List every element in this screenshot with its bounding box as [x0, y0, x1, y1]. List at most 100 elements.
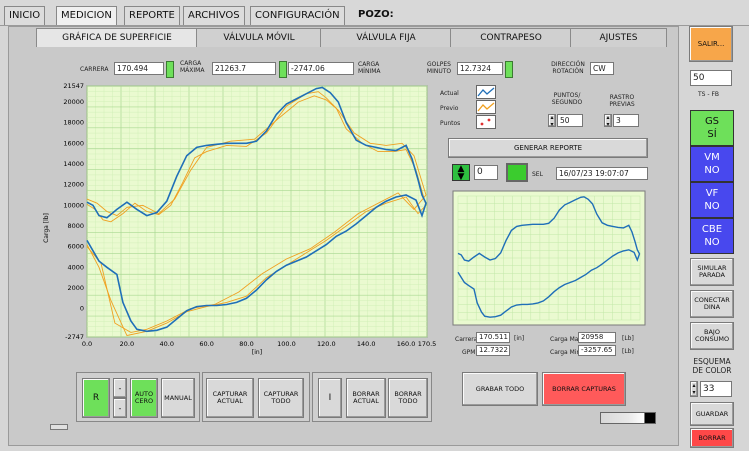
- carrera-label: CARRERA: [80, 66, 109, 73]
- x-tick-label: 80.0: [239, 340, 253, 348]
- sel-label: SEL: [532, 171, 543, 178]
- puntos-segundo-field[interactable]: 50: [557, 114, 583, 127]
- x-axis-label: [in]: [252, 349, 262, 356]
- report-chart: [452, 190, 646, 326]
- esquema-field[interactable]: 33: [700, 381, 732, 397]
- legend-actual-label: Actual: [440, 90, 459, 97]
- esquema-label: ESQUEMA DE COLOR: [692, 357, 732, 375]
- capturar-todo-button[interactable]: CAPTURAR TODO: [258, 378, 304, 418]
- cbe-title: CBE: [701, 224, 723, 235]
- menu-archivos[interactable]: ARCHIVOS: [183, 6, 245, 25]
- vf-indicator: VF NO: [690, 182, 734, 218]
- y-tick-label: 4000: [67, 263, 84, 271]
- bajo-consumo-button[interactable]: BAJO CONSUMO: [690, 322, 734, 350]
- zero-down-button[interactable]: -: [113, 398, 127, 418]
- report-carrera-label: Carrera: [455, 336, 478, 343]
- tab-contrapeso[interactable]: CONTRAPESO: [450, 28, 572, 47]
- index-button[interactable]: I: [318, 378, 342, 418]
- simular-parada-button[interactable]: SIMULAR PARADA: [690, 258, 734, 286]
- top-menu: INICIO MEDICION REPORTE ARCHIVOS CONFIGU…: [0, 0, 749, 26]
- surface-chart: 21547 20000 18000 16000 14000 12000 10000 8000 6…: [43, 82, 436, 356]
- report-cmin-field: -3257.65: [578, 345, 616, 356]
- x-tick-label: 160.0: [397, 340, 416, 348]
- menu-medicion[interactable]: MEDICION: [56, 6, 117, 25]
- y-axis-ticks: 2154720000180001600014000120001000080006…: [63, 82, 84, 341]
- legend-previo-swatch: [476, 100, 496, 114]
- borrar-button[interactable]: BORRAR: [690, 428, 734, 448]
- x-tick-label: 100.0: [277, 340, 296, 348]
- golpes-field: 12.7324: [457, 62, 503, 75]
- report-cmax-field: 20958: [578, 332, 616, 343]
- borrar-capturas-button[interactable]: BORRAR CAPTURAS: [542, 372, 626, 406]
- tab-ajustes[interactable]: AJUSTES: [570, 28, 667, 47]
- x-axis-ticks: 0.0 20.0 40.0 60.0 80.0 100.0 120.0 140.0 160.0 1…: [82, 340, 436, 348]
- y-tick-label: 20000: [63, 98, 84, 106]
- ts-fb-label: TS - FB: [698, 91, 720, 98]
- capturar-actual-button[interactable]: CAPTURAR ACTUAL: [206, 378, 254, 418]
- x-tick-label: 60.0: [199, 340, 213, 348]
- carga-max-led: [279, 61, 287, 78]
- golpes-led: [505, 61, 513, 78]
- puntos-stepper[interactable]: ▴ ▾: [548, 114, 556, 128]
- r-button[interactable]: R: [82, 378, 110, 418]
- borrar-actual-button[interactable]: BORRAR ACTUAL: [346, 378, 386, 418]
- rastro-label: RASTRO PREVIAS: [609, 94, 635, 108]
- legend-previo-label: Previo: [440, 105, 459, 112]
- legend-actual-swatch: [476, 85, 496, 99]
- cbe-indicator: CBE NO: [690, 218, 734, 254]
- cbe-value: NO: [704, 237, 720, 248]
- report-cmin-label: Carga Min: [550, 349, 581, 356]
- y-tick-label: 16000: [63, 139, 84, 147]
- salir-button[interactable]: SALIR...: [689, 26, 733, 62]
- report-carrera-field: 170.511: [476, 332, 510, 343]
- report-index-stepper[interactable]: ▲ ▼: [452, 164, 470, 182]
- report-carrera-unit: [in]: [514, 335, 525, 342]
- y-tick-label: 21547: [63, 82, 84, 90]
- borrar-todo-button[interactable]: BORRAR TODO: [388, 378, 428, 418]
- gs-indicator: GS SÍ: [690, 110, 734, 146]
- conectar-dina-button[interactable]: CONECTAR DINA: [690, 290, 734, 318]
- auto-cero-button[interactable]: AUTO CERO: [130, 378, 158, 418]
- vf-title: VF: [705, 188, 719, 199]
- carga-min-field: -2747.06: [288, 62, 354, 75]
- zero-up-button[interactable]: -: [113, 378, 127, 398]
- sel-led[interactable]: [506, 163, 528, 182]
- report-index-field[interactable]: 0: [474, 165, 498, 180]
- y-tick-label: 14000: [63, 160, 84, 168]
- y-tick-label: 8000: [67, 222, 84, 230]
- y-tick-label: 10000: [63, 201, 84, 209]
- carga-min-label: CARGA MÍNIMA: [358, 61, 381, 75]
- manual-button[interactable]: MANUAL: [161, 378, 195, 418]
- progress-indicator: [600, 412, 656, 424]
- status-indicator: [50, 424, 68, 430]
- direccion-label: DIRECCIÓN ROTACIÓN: [551, 61, 585, 75]
- vm-indicator: VM NO: [690, 146, 734, 182]
- x-tick-label: 0.0: [82, 340, 92, 348]
- direccion-field: CW: [590, 62, 614, 75]
- y-tick-label: 18000: [63, 119, 84, 127]
- rastro-stepper[interactable]: ▴ ▾: [604, 114, 612, 128]
- x-tick-label: 20.0: [120, 340, 134, 348]
- right-number-field: 50: [690, 70, 732, 86]
- menu-configuracion[interactable]: CONFIGURACIÓN: [250, 6, 345, 25]
- esquema-stepper[interactable]: ▴ ▾: [690, 381, 698, 397]
- guardar-button[interactable]: GUARDAR: [690, 402, 734, 426]
- report-date-field: 16/07/23 19:07:07: [556, 167, 648, 180]
- y-axis-label: Carga [lb]: [43, 213, 50, 243]
- puntos-segundo-label: PUNTOS/ SEGUNDO: [551, 92, 583, 106]
- rastro-field[interactable]: 3: [613, 114, 639, 127]
- menu-reporte[interactable]: REPORTE: [124, 6, 180, 25]
- vm-value: NO: [704, 165, 720, 176]
- carga-max-field: 21263.7: [212, 62, 276, 75]
- x-tick-label: 170.5: [418, 340, 436, 348]
- x-tick-label: 40.0: [160, 340, 174, 348]
- tab-grafica-superficie[interactable]: GRÁFICA DE SUPERFICIE: [36, 28, 198, 47]
- tab-valvula-fija[interactable]: VÁLVULA FIJA: [320, 28, 452, 47]
- golpes-label: GOLPES MINUTO: [426, 61, 452, 75]
- grabar-todo-button[interactable]: GRABAR TODO: [462, 372, 538, 406]
- carrera-led: [166, 61, 174, 78]
- y-tick-label: 12000: [63, 181, 84, 189]
- menu-inicio[interactable]: INICIO: [4, 6, 46, 25]
- generar-reporte-button[interactable]: GENERAR REPORTE: [448, 138, 648, 158]
- tab-valvula-movil[interactable]: VÁLVULA MÓVIL: [196, 28, 322, 47]
